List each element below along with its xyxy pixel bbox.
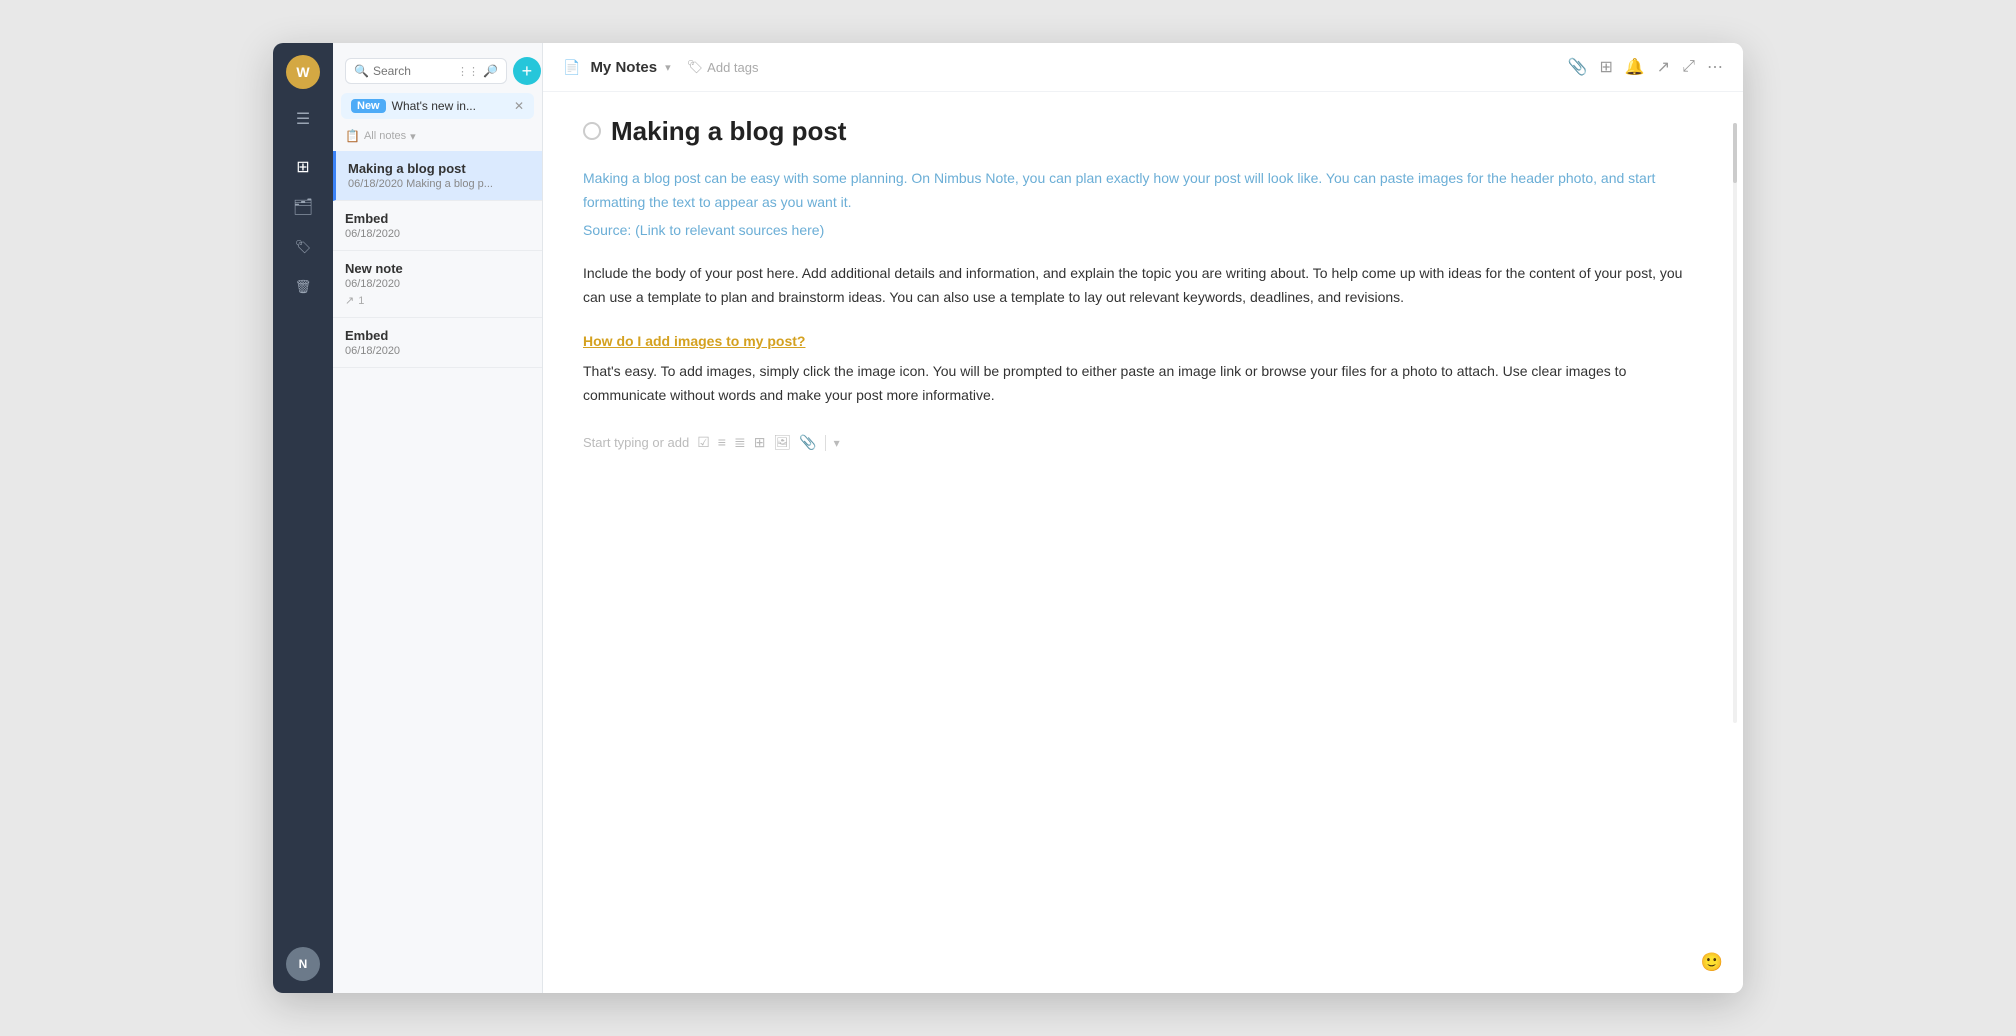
ordered-list-block-icon[interactable]: ≡	[718, 431, 726, 455]
fullscreen-toolbar-icon[interactable]: ⤢	[1682, 58, 1695, 76]
source-link[interactable]: Source: (Link to relevant sources here)	[583, 219, 1703, 243]
notebook-name[interactable]: My Notes	[590, 59, 657, 76]
all-notes-chevron[interactable]: ▾	[410, 130, 416, 143]
checkbox-block-icon[interactable]: ☑	[697, 431, 710, 455]
intro-text: Making a blog post can be easy with some…	[583, 167, 1703, 215]
note-title-2: Embed	[345, 211, 530, 226]
all-notes-label: All notes	[364, 130, 406, 142]
folder-nav-icon[interactable]: 🗂	[285, 189, 321, 225]
scrollbar-track[interactable]	[1733, 123, 1737, 723]
notebook-chevron-icon[interactable]: ▾	[665, 61, 671, 74]
add-note-button[interactable]: +	[513, 57, 541, 85]
search-icon: 🔍	[354, 64, 369, 78]
notebook-page-icon: 📄	[563, 59, 580, 76]
note-meta-3: 06/18/2020	[345, 278, 530, 290]
tag-icon-toolbar: 🏷	[687, 59, 704, 75]
all-notes-header[interactable]: 📋 All notes ▾	[333, 125, 542, 151]
unordered-list-block-icon[interactable]: ≣	[734, 431, 746, 455]
attach-toolbar-icon[interactable]: 📎	[1568, 57, 1588, 77]
toolbar-right: 📎 ⊞ 🔔 ↗ ⤢ ⋯	[1568, 57, 1723, 77]
doc-title-row: Making a blog post	[583, 116, 1703, 147]
question-heading[interactable]: How do I add images to my post?	[583, 330, 1703, 354]
block-chevron-icon[interactable]: ▾	[834, 433, 840, 453]
table-block-icon[interactable]: ⊞	[754, 431, 766, 455]
hamburger-icon[interactable]: ☰	[285, 101, 321, 137]
note-item-3[interactable]: New note 06/18/2020 ↗ 1	[333, 251, 542, 318]
new-banner: New What's new in... ✕	[341, 93, 534, 119]
image-block-icon[interactable]: 🖼	[773, 431, 791, 455]
sidebar-nav: W ☰ ⊞ 🗂 🏷 🗑 N	[273, 43, 333, 993]
user-avatar[interactable]: W	[286, 55, 320, 89]
share-toolbar-icon[interactable]: ↗	[1657, 57, 1670, 77]
scrollbar-thumb[interactable]	[1733, 123, 1737, 183]
bottom-avatar[interactable]: N	[286, 947, 320, 981]
doc-checkbox[interactable]	[583, 122, 601, 140]
note-meta-1: 06/18/2020 Making a blog p...	[348, 178, 530, 190]
main-content: 📄 My Notes ▾ 🏷 Add tags 📎 ⊞ 🔔 ↗ ⤢ ⋯ Maki…	[543, 43, 1743, 993]
doc-body: Making a blog post Making a blog post ca…	[543, 92, 1743, 993]
notes-panel: 🔍 ⋮⋮ 🔎 + New What's new in... ✕ 📋 All no…	[333, 43, 543, 993]
app-window: W ☰ ⊞ 🗂 🏷 🗑 N 🔍 ⋮⋮ 🔎 + New What's new in…	[273, 43, 1743, 993]
add-block-placeholder[interactable]: Start typing or add	[583, 432, 689, 454]
note-meta-4: 06/18/2020	[345, 345, 530, 357]
notes-panel-header: 🔍 ⋮⋮ 🔎 +	[333, 43, 542, 93]
doc-title: Making a blog post	[611, 116, 846, 147]
emoji-button[interactable]: 🙂	[1701, 952, 1723, 973]
note-title-3: New note	[345, 261, 530, 276]
doc-content: Making a blog post can be easy with some…	[583, 167, 1703, 459]
banner-close-button[interactable]: ✕	[514, 99, 524, 113]
banner-text: What's new in...	[392, 99, 476, 113]
search-bar[interactable]: 🔍 ⋮⋮ 🔎	[345, 58, 507, 84]
note-title-4: Embed	[345, 328, 530, 343]
more-toolbar-icon[interactable]: ⋯	[1707, 57, 1723, 77]
note-item-1[interactable]: Making a blog post 06/18/2020 Making a b…	[333, 151, 542, 201]
note-item-2[interactable]: Embed 06/18/2020	[333, 201, 542, 251]
bell-toolbar-icon[interactable]: 🔔	[1625, 57, 1645, 77]
tag-nav-icon[interactable]: 🏷	[285, 229, 321, 265]
answer-text: That's easy. To add images, simply click…	[583, 360, 1703, 408]
comment-count: 1	[358, 295, 364, 307]
note-title-1: Making a blog post	[348, 161, 530, 176]
grid-toolbar-icon[interactable]: ⊞	[1599, 57, 1612, 77]
search-input[interactable]	[373, 64, 453, 78]
note-meta-row-3: ↗ 1	[345, 294, 530, 307]
add-block-row: Start typing or add ☑ ≡ ≣ ⊞ 🖼 📎 ▾	[583, 427, 1703, 459]
new-badge: New	[351, 99, 386, 113]
grid-nav-icon[interactable]: ⊞	[285, 149, 321, 185]
filter-icon[interactable]: ⋮⋮	[457, 65, 479, 78]
block-divider	[825, 435, 826, 451]
trash-nav-icon[interactable]: 🗑	[285, 269, 321, 305]
tag-section[interactable]: 🏷 Add tags	[687, 59, 759, 75]
note-item-4[interactable]: Embed 06/18/2020	[333, 318, 542, 368]
note-meta-2: 06/18/2020	[345, 228, 530, 240]
search-magnify-icon[interactable]: 🔎	[483, 64, 498, 78]
attach-block-icon[interactable]: 📎	[799, 431, 816, 455]
share-small-icon: ↗	[345, 294, 354, 307]
body-text: Include the body of your post here. Add …	[583, 262, 1703, 310]
main-toolbar: 📄 My Notes ▾ 🏷 Add tags 📎 ⊞ 🔔 ↗ ⤢ ⋯	[543, 43, 1743, 92]
add-tags-label[interactable]: Add tags	[707, 60, 758, 75]
